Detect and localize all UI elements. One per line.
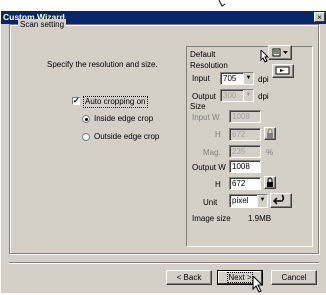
mag-field[interactable]: 235 (229, 145, 261, 158)
input-width-field[interactable]: 1008 (229, 110, 261, 123)
undo-button[interactable] (270, 193, 292, 208)
mag-unit: % (266, 148, 274, 157)
output-res-unit: dpi (258, 92, 269, 101)
input-w-label: Input W (192, 113, 220, 122)
cursor-fragment-icon (216, 0, 230, 10)
image-size-label: Image size (192, 214, 231, 223)
mouse-pointer-icon (252, 274, 266, 293)
input-lock-button[interactable] (264, 127, 276, 140)
chevron-down-icon: ▼ (243, 73, 253, 84)
output-width-field[interactable]: 1008 (229, 160, 261, 173)
chevron-down-icon: ▼ (243, 90, 253, 101)
resolution-heading: Resolution (190, 61, 228, 70)
outside-edge-crop-label[interactable]: Outside edge crop (94, 132, 159, 142)
output-h-label: H (215, 180, 221, 189)
preset-menu-icon (272, 48, 288, 57)
back-button-label: < Back (176, 273, 202, 282)
input-height-field[interactable]: 672 (229, 128, 261, 141)
cancel-button-label: Cancel (281, 273, 307, 282)
auto-crop-label[interactable]: Auto cropping on (83, 96, 148, 108)
close-button[interactable]: × (314, 12, 325, 22)
resolution-detail-button[interactable] (272, 64, 294, 78)
inside-edge-crop-radio[interactable] (82, 115, 90, 123)
output-resolution-select[interactable]: 300 ▼ (220, 89, 254, 102)
next-button-label: Next > (227, 272, 253, 283)
output-resolution-value: 300 (223, 91, 237, 100)
input-res-unit: dpi (258, 75, 269, 84)
button-separator (9, 262, 319, 264)
output-w-label: Output W (192, 163, 226, 172)
unit-label: Unit (203, 198, 218, 207)
mag-label: Mag. (203, 148, 221, 157)
image-size-value: 1.9MB (248, 214, 272, 223)
output-height-field[interactable]: 672 (229, 177, 261, 190)
preset-menu-button[interactable] (268, 45, 292, 60)
input-resolution-value: 705 (223, 74, 237, 83)
chevron-down-icon: ▼ (257, 195, 267, 207)
inside-edge-crop-label[interactable]: Inside edge crop (94, 114, 153, 124)
lock-icon (267, 177, 273, 187)
auto-crop-checkbox[interactable]: ✓ (72, 97, 80, 105)
group-title: Scan setting (18, 19, 67, 30)
back-button[interactable]: < Back (166, 270, 212, 285)
output-lock-button[interactable] (264, 176, 276, 189)
instruction-text: Specify the resolution and size. (47, 60, 158, 69)
size-heading: Size (190, 102, 206, 111)
resolution-detail-icon (275, 66, 290, 75)
lock-icon (267, 128, 273, 138)
outside-edge-crop-radio[interactable] (82, 133, 90, 141)
cancel-button[interactable]: Cancel (271, 270, 317, 285)
unit-select[interactable]: pixel ▼ (229, 194, 268, 208)
undo-icon (272, 194, 285, 205)
input-h-label: H (215, 130, 221, 139)
output-res-label: Output (192, 92, 217, 101)
input-resolution-select[interactable]: 705 ▼ (220, 72, 254, 85)
mouse-pointer-icon (260, 48, 270, 63)
unit-value: pixel (232, 196, 249, 205)
preset-name: Default (190, 50, 216, 59)
input-res-label: Input (192, 74, 210, 83)
